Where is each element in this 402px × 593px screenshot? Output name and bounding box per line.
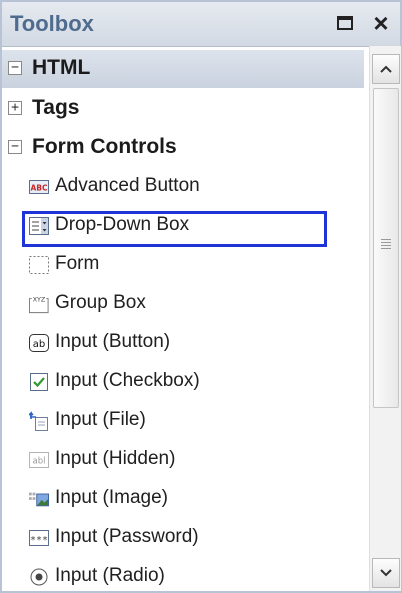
- toolbox-item-dropdown-box[interactable]: Drop-Down Box: [2, 207, 364, 247]
- scroll-down-button[interactable]: [372, 558, 400, 588]
- close-button[interactable]: ×: [366, 8, 396, 38]
- toolbox-item-input-button[interactable]: ab Input (Button): [2, 324, 364, 362]
- toolbox-item-label: Input (Image): [55, 487, 168, 508]
- grip-icon: [381, 239, 391, 251]
- input-password-icon: ***: [29, 528, 49, 548]
- input-image-icon: [29, 489, 49, 509]
- toolbox-item-advanced-button[interactable]: ABC Advanced Button: [2, 168, 364, 206]
- titlebar: Toolbox ×: [2, 2, 400, 47]
- category-form-controls-label: Form Controls: [32, 135, 177, 158]
- toolbox-item-input-image[interactable]: Input (Image): [2, 480, 364, 518]
- toolbox-item-label: Input (Checkbox): [55, 370, 200, 391]
- toolbox-item-form[interactable]: Form: [2, 246, 364, 284]
- toolbox-item-input-file[interactable]: Input (File): [2, 402, 364, 440]
- vertical-scrollbar[interactable]: [369, 46, 401, 591]
- svg-text:XYZ: XYZ: [33, 296, 46, 303]
- close-icon: ×: [373, 7, 389, 38]
- toolbox-item-input-checkbox[interactable]: Input (Checkbox): [2, 363, 364, 401]
- toolbox-item-label: Input (Button): [55, 331, 171, 352]
- collapse-html-icon[interactable]: −: [8, 61, 22, 75]
- chevron-up-icon: [380, 65, 392, 73]
- expand-tags-icon[interactable]: +: [8, 101, 22, 115]
- advanced-button-icon: ABC: [29, 177, 49, 197]
- toolbox-item-label: Input (Hidden): [55, 448, 176, 469]
- input-radio-icon: [29, 567, 49, 587]
- group-box-icon: XYZ: [29, 294, 49, 314]
- input-file-icon: [29, 411, 49, 431]
- toolbox-panel: Toolbox × − HTML + Tags − Form Controls: [0, 0, 402, 593]
- toolbox-item-label: Input (Password): [55, 526, 199, 547]
- input-checkbox-icon: [29, 372, 49, 392]
- dropdown-box-icon: [29, 216, 49, 236]
- svg-text:ab: ab: [33, 339, 45, 350]
- maximize-icon: [337, 16, 353, 30]
- toolbox-item-label: Group Box: [55, 292, 146, 313]
- toolbox-item-input-password[interactable]: *** Input (Password): [2, 519, 364, 557]
- svg-text:***: ***: [30, 535, 48, 546]
- toolbox-item-label: Input (File): [55, 409, 146, 430]
- input-hidden-icon: abl: [29, 450, 49, 470]
- toolbox-item-input-radio[interactable]: Input (Radio): [2, 558, 364, 591]
- maximize-button[interactable]: [330, 8, 360, 38]
- category-form-controls[interactable]: − Form Controls: [2, 129, 364, 167]
- toolbox-item-input-hidden[interactable]: abl Input (Hidden): [2, 441, 364, 479]
- form-icon: [29, 255, 49, 275]
- category-tags-label: Tags: [32, 96, 80, 119]
- toolbox-item-label: Advanced Button: [55, 175, 200, 196]
- toolbox-item-label: Input (Radio): [55, 565, 165, 586]
- toolbox-item-group-box[interactable]: XYZ Group Box: [2, 285, 364, 323]
- window-title: Toolbox: [10, 11, 94, 36]
- toolbox-content: − HTML + Tags − Form Controls ABC Advanc…: [2, 46, 368, 591]
- input-button-icon: ab: [29, 333, 49, 353]
- svg-text:abl: abl: [33, 457, 46, 467]
- collapse-form-controls-icon[interactable]: −: [8, 140, 22, 154]
- scrollbar-thumb[interactable]: [373, 88, 399, 408]
- section-html[interactable]: − HTML: [2, 50, 364, 88]
- scroll-up-button[interactable]: [372, 54, 400, 84]
- section-html-label: HTML: [32, 56, 91, 79]
- toolbox-item-label: Form: [55, 253, 100, 274]
- toolbox-item-label: Drop-Down Box: [55, 214, 190, 235]
- svg-text:ABC: ABC: [30, 184, 48, 193]
- category-tags[interactable]: + Tags: [2, 90, 364, 128]
- chevron-down-icon: [380, 569, 392, 577]
